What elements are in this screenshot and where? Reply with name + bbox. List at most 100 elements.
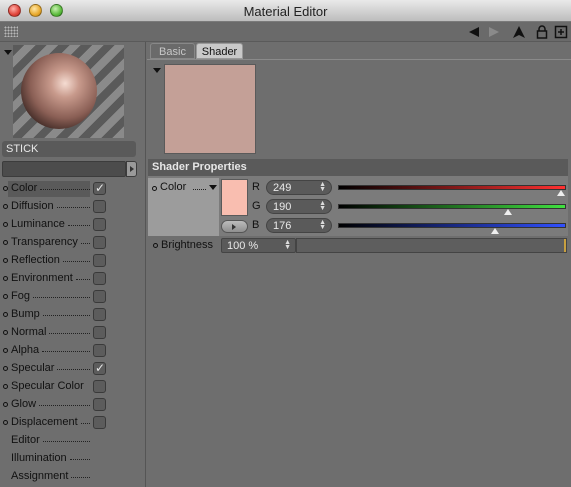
channel-label: Transparency [11,236,78,248]
green-value: 190 [273,201,292,213]
channel-checkbox[interactable] [93,344,106,357]
channel-row-editor[interactable]: Editor [0,432,146,450]
channel-leader-dots [43,314,90,316]
channel-checkbox[interactable] [93,416,106,429]
channel-leader-dots [33,296,90,298]
bullet-icon [3,312,8,317]
channel-label: Bump [11,308,40,320]
channel-row-assignment[interactable]: Assignment [0,468,146,486]
red-input[interactable]: 249 ▲ ▼ [266,180,332,195]
color-swatch[interactable] [221,179,248,216]
color-label: Color [160,181,187,193]
up-arrow-icon[interactable] [512,25,526,39]
brightness-input[interactable]: 100 % ▲ ▼ [221,238,296,253]
brightness-row: Brightness 100 % ▲ ▼ [148,238,568,254]
channel-label: Fog [11,290,30,302]
channel-leader-dots [81,422,90,424]
bullet-icon [3,222,8,227]
channel-checkbox[interactable] [93,361,106,375]
color-picker-button[interactable] [221,220,248,233]
green-slider-thumb[interactable] [503,209,512,215]
channel-checkbox[interactable] [93,254,106,267]
brightness-slider-end [564,239,566,252]
bullet-icon [3,276,8,281]
new-window-icon[interactable] [554,25,568,39]
channel-checkbox[interactable] [93,290,106,303]
brightness-label: Brightness [161,239,213,251]
channel-label: Luminance [11,218,65,230]
channel-label: Displacement [11,416,78,428]
blue-slider[interactable] [338,223,566,228]
lock-icon[interactable] [535,25,549,39]
channel-row-specular-color[interactable]: Specular Color [0,378,146,396]
bullet-icon [3,240,8,245]
channel-row-luminance[interactable]: Luminance [0,216,146,234]
color-label-area[interactable]: Color [148,178,219,236]
channel-checkbox[interactable] [93,326,106,339]
green-slider[interactable] [338,204,566,209]
bullet-icon [3,294,8,299]
shader-menu-arrow-icon[interactable] [153,68,161,73]
channel-checkbox[interactable] [93,200,106,213]
material-preview[interactable] [13,45,124,138]
bullet-icon [3,204,8,209]
channel-label: Assignment [11,470,69,482]
channel-row-transparency[interactable]: Transparency [0,234,146,252]
channel-row-specular[interactable]: Specular [0,360,146,378]
tab-shader[interactable]: Shader [196,43,243,59]
blue-label: B [252,219,260,231]
red-value: 249 [273,182,292,194]
channel-label: Editor [11,434,40,446]
channel-row-reflection[interactable]: Reflection [0,252,146,270]
back-arrow-icon[interactable] [467,25,481,39]
name-field-arrow-icon[interactable] [126,161,137,177]
channel-row-illumination[interactable]: Illumination [0,450,146,468]
channel-label: Diffusion [11,200,54,212]
channel-row-displacement[interactable]: Displacement [0,414,146,432]
channel-checkbox[interactable] [93,272,106,285]
color-menu-arrow-icon[interactable] [209,185,217,190]
red-spinner-icon[interactable]: ▲ ▼ [319,181,326,193]
blue-input[interactable]: 176 ▲ ▼ [266,218,332,233]
channel-row-bump[interactable]: Bump [0,306,146,324]
channel-row-diffusion[interactable]: Diffusion [0,198,146,216]
brightness-spinner-icon[interactable]: ▲ ▼ [284,239,291,251]
blue-slider-thumb[interactable] [491,228,500,234]
brightness-slider[interactable] [296,238,567,253]
channel-leader-dots [42,350,90,352]
green-label: G [252,200,261,212]
channel-checkbox[interactable] [93,218,106,231]
channel-checkbox[interactable] [93,308,106,321]
red-label: R [252,181,260,193]
channel-row-color[interactable]: Color [0,180,146,198]
channel-label: Alpha [11,344,40,356]
green-spinner-icon[interactable]: ▲ ▼ [319,200,326,212]
channel-label: Specular [11,362,55,374]
channel-row-glow[interactable]: Glow [0,396,146,414]
forward-arrow-icon[interactable] [487,25,501,39]
channel-label: Color [11,182,38,194]
green-input[interactable]: 190 ▲ ▼ [266,199,332,214]
color-bullet-icon [152,186,157,191]
channel-row-fog[interactable]: Fog [0,288,146,306]
tab-basic[interactable]: Basic [150,43,195,59]
name-field[interactable] [2,161,126,177]
channel-checkbox[interactable] [93,181,106,195]
bullet-icon [3,402,8,407]
preview-menu-arrow-icon[interactable] [4,50,12,55]
channel-leader-dots [49,332,90,334]
channel-label: Normal [11,326,47,338]
red-slider[interactable] [338,185,566,190]
channel-row-normal[interactable]: Normal [0,324,146,342]
blue-spinner-icon[interactable]: ▲ ▼ [319,219,326,231]
channel-row-alpha[interactable]: Alpha [0,342,146,360]
channel-leader-dots [63,260,90,262]
channel-checkbox[interactable] [93,236,106,249]
channel-row-environment[interactable]: Environment [0,270,146,288]
channel-checkbox[interactable] [93,380,106,393]
channel-label: Specular Color [11,380,84,392]
grip-icon[interactable] [4,26,18,37]
channel-checkbox[interactable] [93,398,106,411]
channel-leader-dots [76,278,90,280]
red-slider-thumb[interactable] [556,190,565,196]
